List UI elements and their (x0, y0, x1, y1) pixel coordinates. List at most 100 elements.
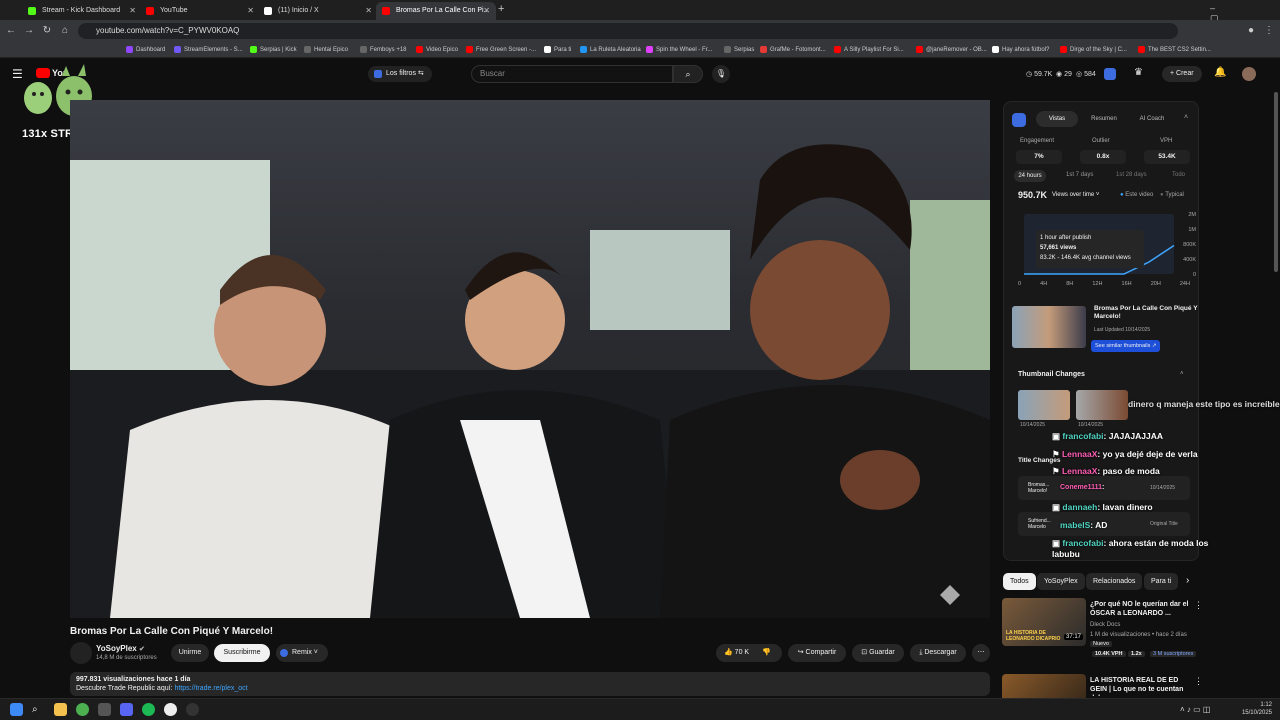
more-options-icon[interactable]: ⋮ (1194, 600, 1203, 611)
range-28d[interactable]: 1st 28 days (1116, 172, 1147, 178)
more-actions-icon[interactable]: ⋯ (972, 644, 990, 662)
search-input[interactable]: Buscar (471, 65, 673, 83)
bookmark-item[interactable]: La Ruleta Aleatoria (580, 42, 641, 58)
thumbnail-preview[interactable] (1012, 306, 1086, 348)
bookmark-item[interactable]: @janeRemover - OB... (916, 42, 987, 58)
avatar[interactable] (1242, 67, 1256, 81)
range-24h[interactable]: 24 hours (1014, 170, 1046, 182)
tab-ai-coach[interactable]: AI Coach (1130, 111, 1174, 127)
download-button[interactable]: ⤓ Descargar (910, 644, 966, 662)
subscribe-button[interactable]: Suscribirme (214, 644, 270, 662)
views-select[interactable]: Views over time ˅ (1052, 192, 1099, 198)
total-views: 950.7K (1018, 190, 1048, 200)
bookmark-item[interactable]: Video Epico (416, 42, 458, 58)
create-button[interactable]: + Crear (1162, 66, 1202, 82)
url-input[interactable]: youtube.com/watch?v=C_PYWV0KOAQ (78, 23, 1178, 39)
close-tab-icon[interactable]: ✕ (483, 2, 490, 20)
download-icon: ⤓ (919, 649, 923, 656)
extension-icon[interactable] (1104, 68, 1116, 80)
related-title[interactable]: ¿Por qué NO le querían dar el ÓSCAR a LE… (1090, 600, 1190, 618)
reload-icon[interactable]: ↻ (40, 24, 54, 38)
page-scrollbar[interactable] (1274, 92, 1278, 272)
tray-icons[interactable]: ˄ ♪ ▭ ◫ (1180, 705, 1210, 714)
bookmark-item[interactable]: Hentai Epico (304, 42, 348, 58)
bookmark-item[interactable]: GrafMe - Fotomont... (760, 42, 826, 58)
bookmark-item[interactable]: Serpias | Kick (250, 42, 297, 58)
more-options-icon[interactable]: ⋮ (1194, 676, 1203, 687)
remix-button[interactable]: Remix ˅ (276, 644, 328, 662)
related-thumbnail[interactable] (1002, 674, 1086, 698)
bookmark-item[interactable]: Dashboard (126, 42, 165, 58)
share-button[interactable]: ↪ Compartir (788, 644, 846, 662)
video-player[interactable] (70, 100, 990, 618)
clock[interactable]: 1:12 15/10/2025 (1236, 701, 1272, 717)
channel-name[interactable]: YoSoyPlex ✔ (96, 644, 145, 653)
spotify-icon[interactable] (142, 703, 155, 716)
tab-resumen[interactable]: Resumen (1082, 111, 1126, 127)
thumbnail-change-1[interactable] (1018, 390, 1070, 420)
metric-label: Engagement (1020, 138, 1055, 144)
tab-vistas[interactable]: Vistas (1036, 111, 1078, 127)
like-button[interactable]: 👍 70 K 👎 (716, 644, 782, 662)
bookmark-item[interactable]: Hay ahora fútbol? (992, 42, 1049, 58)
back-icon[interactable]: ← (4, 24, 18, 38)
search-icon[interactable]: ⌕ (32, 703, 45, 716)
bookmark-item[interactable]: Spin the Wheel - Fr... (646, 42, 712, 58)
app-icon[interactable] (164, 703, 177, 716)
app-icon[interactable] (98, 703, 111, 716)
collapse-icon[interactable]: ˄ (1184, 114, 1188, 121)
search-button[interactable]: ⌕ (673, 65, 703, 83)
close-tab-icon[interactable]: ✕ (247, 2, 254, 20)
obs-icon[interactable] (186, 703, 199, 716)
browser-tab-x[interactable]: (11) Inicio / X ✕ (258, 2, 378, 20)
bookmark-item[interactable]: StreamElements - S... (174, 42, 243, 58)
bookmark-item[interactable]: Dirge of the Sky | C... (1060, 42, 1127, 58)
bookmark-item[interactable]: A Silly Playlist For Si... (834, 42, 904, 58)
start-icon[interactable] (10, 703, 23, 716)
new-tab-button[interactable]: + (498, 3, 504, 15)
see-similar-thumbnails-button[interactable]: See similar thumbnails ↗ (1091, 340, 1161, 352)
close-tab-icon[interactable]: ✕ (365, 2, 372, 20)
bookmark-item[interactable]: Para ti (544, 42, 571, 58)
description-box[interactable]: 997.831 visualizaciones hace 1 día Descu… (70, 672, 990, 696)
chevron-right-icon[interactable]: › (1186, 575, 1189, 586)
join-button[interactable]: Unirme (171, 644, 209, 662)
bookmark-item[interactable]: Free Green Screen -... (466, 42, 536, 58)
youtube-icon (382, 7, 390, 15)
thumbnail-change-2[interactable] (1076, 390, 1128, 420)
trophy-icon[interactable]: ♛ (1134, 67, 1143, 78)
bookmark-item[interactable]: The BEST CS2 Settin... (1138, 42, 1211, 58)
bookmark-item[interactable]: Femboys +18 (360, 42, 407, 58)
file-explorer-icon[interactable] (54, 703, 67, 716)
collapse-icon[interactable]: ˄ (1180, 371, 1184, 377)
range-7d[interactable]: 1st 7 days (1066, 172, 1093, 178)
browser-tab-youtube[interactable]: YouTube ✕ (140, 2, 260, 20)
chart-x-ticks: 0 4H 8H 12H 16H 20H 24H (1018, 281, 1190, 287)
chrome-icon[interactable] (76, 703, 89, 716)
forward-icon[interactable]: → (22, 24, 36, 38)
channel-avatar[interactable] (70, 642, 92, 664)
home-icon[interactable]: ⌂ (58, 24, 72, 38)
bookmark-item[interactable]: Serpias (724, 42, 754, 58)
related-title[interactable]: LA HISTORIA REAL DE ED GEIN | Lo que no … (1090, 676, 1190, 696)
browser-tab-video[interactable]: Bromas Por La Calle Con Pi... ✕ (376, 2, 496, 20)
save-button[interactable]: ⊡ Guardar (852, 644, 904, 662)
profile-avatar[interactable]: ● (1244, 24, 1258, 38)
voice-search-icon[interactable]: 🎙 (712, 65, 730, 83)
dislike-icon[interactable]: 👎 (762, 644, 771, 662)
chip-all[interactable]: Todos (1003, 573, 1036, 590)
description-link[interactable]: https://trade.re/plex_oct (174, 685, 247, 692)
filters-button[interactable]: Los filtros ⇆ (368, 66, 432, 82)
chip-channel[interactable]: YoSoyPlex (1037, 573, 1085, 590)
discord-icon[interactable] (120, 703, 133, 716)
stat-likes: ◎ 584 (1076, 71, 1096, 78)
chip-for-you[interactable]: Para ti (1144, 573, 1179, 590)
bookmark-icon: ⊡ (861, 649, 868, 656)
chip-related[interactable]: Relacionados (1086, 573, 1143, 590)
related-thumbnail[interactable]: LA HISTORIA DE LEONARDO DICAPRIO 37:17 (1002, 598, 1086, 646)
notifications-icon[interactable]: 🔔 (1214, 67, 1226, 78)
close-tab-icon[interactable]: ✕ (129, 2, 136, 20)
menu-icon[interactable]: ⋮ (1262, 24, 1276, 38)
range-all[interactable]: Todo (1172, 172, 1185, 178)
browser-tab-kick[interactable]: Stream - Kick Dashboard ✕ (22, 2, 142, 20)
